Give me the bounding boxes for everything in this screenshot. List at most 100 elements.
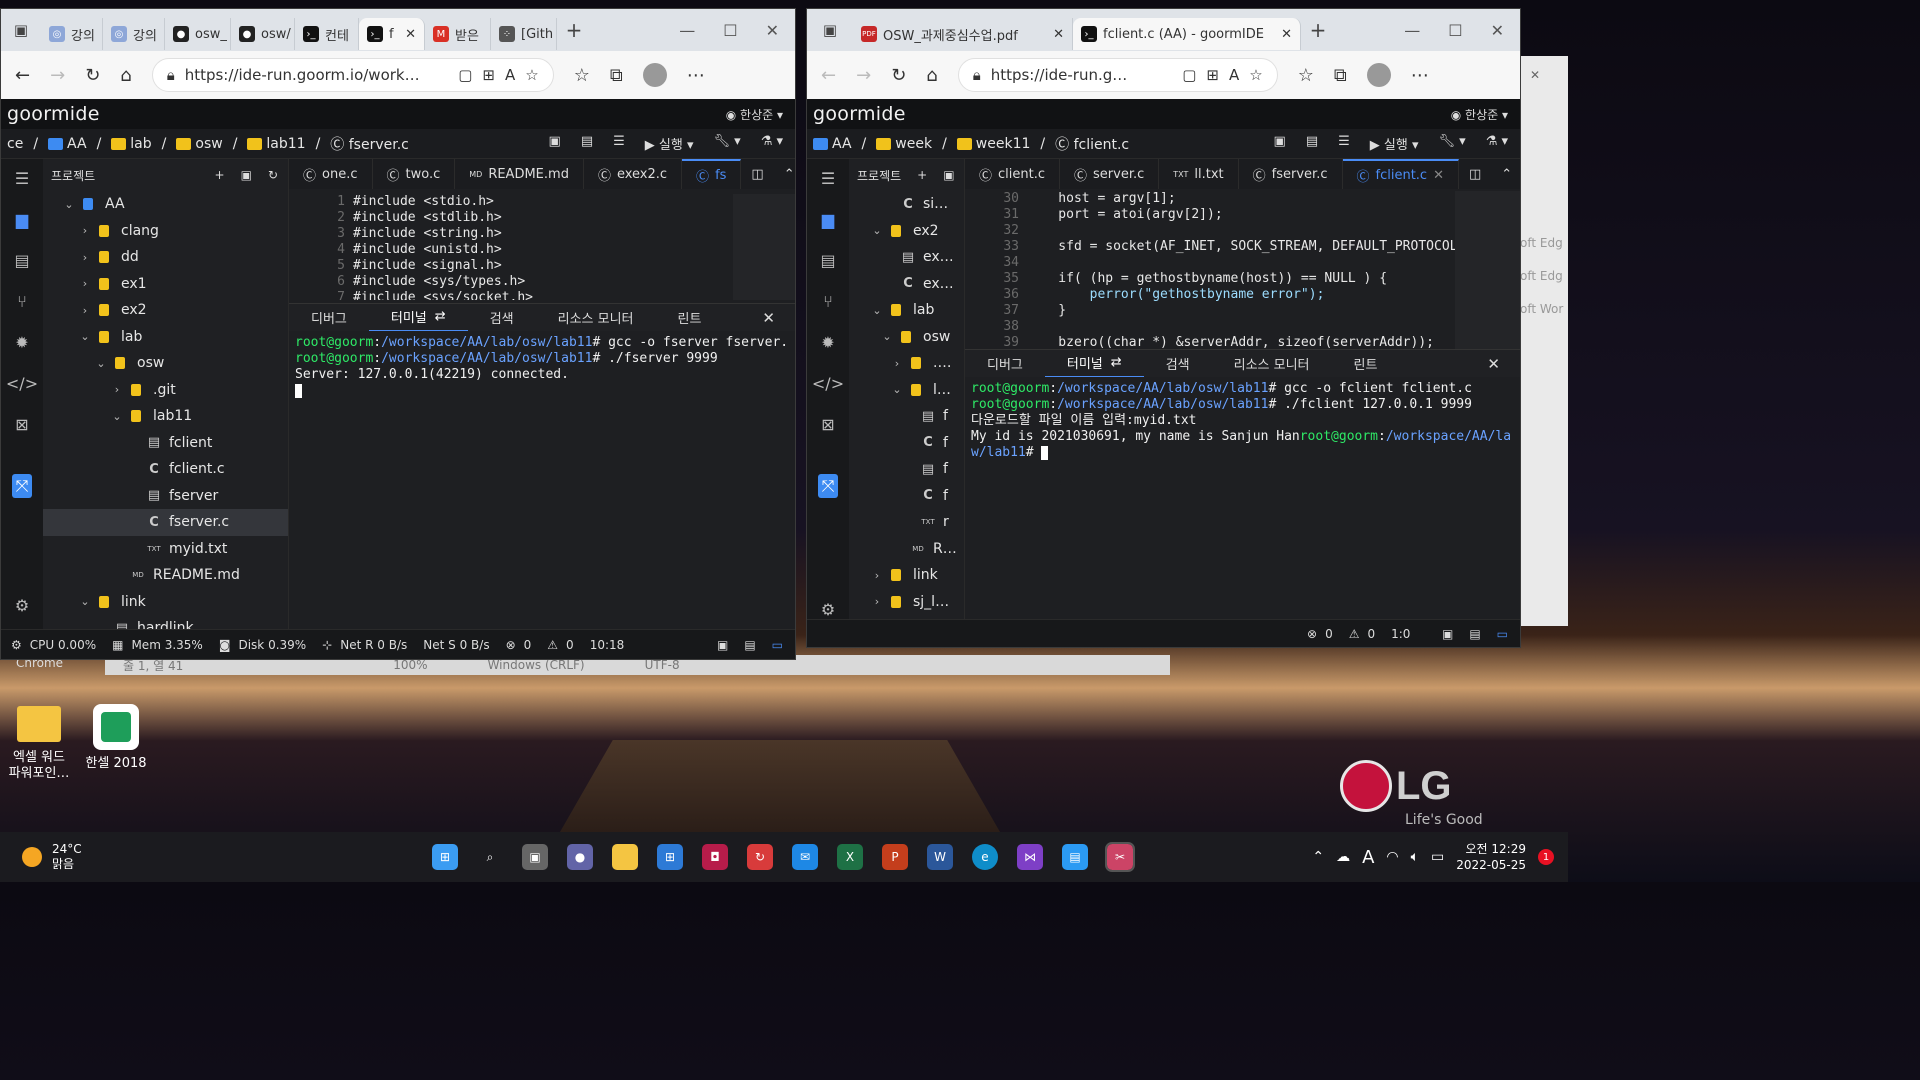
chevron-right-icon[interactable]: › [79,304,91,317]
collections-icon[interactable]: ⧉ [610,65,623,86]
warning-count[interactable]: ⚠ 0 [547,638,573,652]
tree-item[interactable]: ⌄ osw [43,350,288,377]
code-line[interactable]: 38 [987,319,1455,335]
editor-tab-active[interactable]: Ⓒfclient.c ✕ [1342,159,1459,189]
tab-resource-monitor[interactable]: 리소스 모니터 [1212,350,1332,378]
breadcrumb-item[interactable]: lab [111,136,152,152]
code-line[interactable]: 34 [987,255,1455,271]
terminal-toggle-icon[interactable]: ▭ [1497,627,1508,641]
editor-tab[interactable]: Ⓒtwo.c [373,159,456,189]
code-line[interactable]: 36 perror("gethostbyname error"); [987,287,1455,303]
tab-lint[interactable]: 린트 [1332,350,1400,378]
document-icon[interactable]: ▤ [820,251,835,270]
terminal[interactable]: root@goorm:/workspace/AA/lab/osw/lab11# … [965,377,1512,621]
refresh-icon[interactable]: ⇄ [435,309,446,324]
debug-icon[interactable]: ✹ [821,333,834,352]
back-icon[interactable]: ← [15,65,30,86]
code-line[interactable]: 5 #include <signal.h> [313,258,733,274]
tree-item[interactable]: › .git [43,377,288,404]
tree-item[interactable]: › sj_l… [849,589,964,616]
read-aloud-icon[interactable]: A [1229,66,1239,84]
chevron-right-icon[interactable]: › [111,383,123,396]
tree-item[interactable]: › .… [849,350,964,377]
forward-icon[interactable]: → [856,65,871,86]
excel-icon[interactable]: X [837,844,863,870]
tree-item[interactable]: ⌄ lab11 [43,403,288,430]
code-line[interactable]: 32 [987,223,1455,239]
tree-item[interactable]: Cf [849,483,964,510]
collapse-all-icon[interactable]: ▣ [241,168,252,182]
tree-item[interactable]: ⌄ lab [43,324,288,351]
browser-tab[interactable]: ◎ 강의 [103,18,165,50]
git-icon[interactable]: ⑂ [17,292,27,311]
home-icon[interactable]: ⌂ [926,65,937,86]
file-explorer-icon[interactable] [612,844,638,870]
favorites-icon[interactable]: ☆ [1298,65,1314,86]
ime-indicator[interactable]: A [1362,847,1374,868]
home-icon[interactable]: ⌂ [120,65,131,86]
forward-icon[interactable]: → [50,65,65,86]
back-icon[interactable]: ← [821,65,836,86]
close-icon[interactable]: ✕ [405,27,416,42]
tree-item[interactable]: ▤ hardlink [43,615,288,629]
code-editor[interactable]: 30 host = argv[1]; 31 port = atoi(argv[2]… [987,191,1455,351]
breadcrumb-item[interactable]: AA [813,136,852,152]
collapse-icon[interactable]: ⤧ [817,474,839,498]
chevron-down-icon[interactable]: ⌄ [881,330,893,343]
clock[interactable]: 오전 12:29 2022-05-25 [1456,841,1526,873]
teams-chat-icon[interactable]: ● [567,844,593,870]
chevron-right-icon[interactable]: › [79,251,91,264]
tree-item[interactable]: MD R… [849,536,964,563]
powerpoint-icon[interactable]: P [882,844,908,870]
browser-tab[interactable]: M 받은 [425,18,491,50]
extension-icon[interactable]: ⊠ [821,415,834,434]
apps-icon[interactable]: ⊞ [1206,66,1219,84]
breadcrumb-item[interactable]: week11 [956,136,1030,152]
terminal[interactable]: root@goorm:/workspace/AA/lab/osw/lab11# … [289,331,787,629]
format-icon[interactable]: ☰ [613,134,625,153]
clipboard-icon[interactable]: ▢ [1182,66,1196,84]
collections-icon[interactable]: ⧉ [1334,65,1347,86]
tree-item[interactable]: ▤ f [849,456,964,483]
editor-tab[interactable]: TXT ll.txt [1159,159,1239,189]
editor-tab[interactable]: Ⓒone.c [289,159,373,189]
maximize-icon[interactable]: ☐ [1448,21,1462,40]
windows-start-icon[interactable]: ⊞ [432,844,458,870]
breadcrumb-item[interactable]: osw [176,136,223,152]
close-icon[interactable]: ✕ [1491,21,1504,40]
code-line[interactable]: 37 } [987,303,1455,319]
tree-item[interactable]: › ex2 [43,297,288,324]
breadcrumb-item[interactable]: AA [48,136,87,152]
tree-item[interactable]: Csi… [849,191,964,218]
error-count[interactable]: ⊗ 0 [506,638,532,652]
editor-tab[interactable]: Ⓒclient.c [965,159,1061,189]
tab-actions-icon[interactable]: ▣ [807,21,853,39]
collapse-all-icon[interactable]: ▣ [943,168,954,182]
close-icon[interactable]: ✕ [762,309,795,327]
tree-item[interactable]: ▤ ex… [849,244,964,271]
task-view-icon[interactable]: ▣ [522,844,548,870]
chevron-down-icon[interactable]: ⌄ [871,224,883,237]
project-icon[interactable]: ▆ [16,210,28,229]
tab-resource-monitor[interactable]: 리소스 모니터 [536,304,656,332]
app-icon[interactable]: ◘ [702,844,728,870]
new-tab-icon[interactable]: + [1301,18,1335,42]
tree-item[interactable]: TXT r [849,509,964,536]
menu-icon[interactable]: ☰ [821,169,835,188]
chevron-down-icon[interactable]: ⌄ [79,595,91,608]
add-icon[interactable]: + [215,168,225,182]
build-icon[interactable]: 🔧︎ ▾ [714,134,741,153]
browser-tab[interactable]: ● osw_ [165,18,231,50]
split-editor-icon[interactable]: ◫ [741,167,773,182]
weather-widget[interactable]: 24°C 맑음 [0,842,200,872]
error-count[interactable]: ⊗ 0 [1307,627,1333,641]
tree-item[interactable]: Cfserver.c [43,509,288,536]
notepad-icon[interactable]: ▤ [1062,844,1088,870]
battery-icon[interactable]: ▭ [1431,849,1444,865]
tab-terminal[interactable]: 터미널 ⇄ [1044,350,1144,378]
save-all-icon[interactable]: ▤ [1306,134,1318,153]
tree-item[interactable]: › link [849,562,964,589]
tree-item[interactable]: ⌄ lab [849,297,964,324]
minimize-icon[interactable]: — [1404,21,1420,40]
chat-icon[interactable]: ▤ [744,638,755,652]
